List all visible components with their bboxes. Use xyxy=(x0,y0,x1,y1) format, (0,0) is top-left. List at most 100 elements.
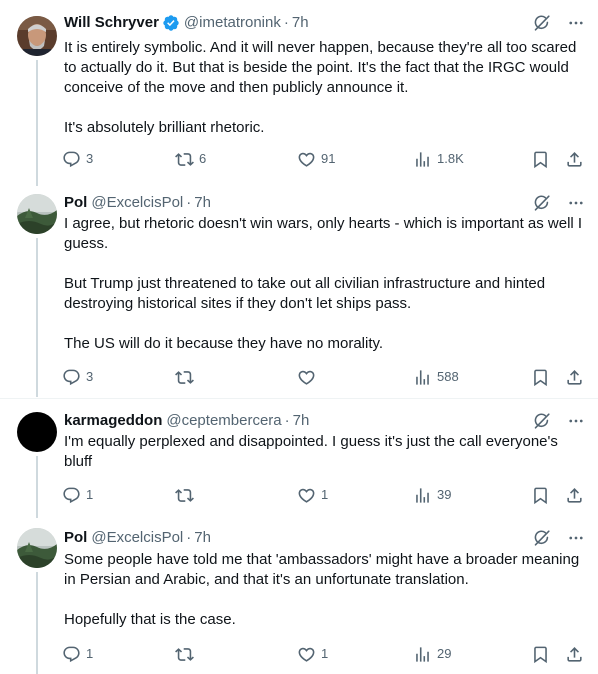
timestamp[interactable]: 7h xyxy=(293,411,310,431)
tweet-text: I agree, but rhetoric doesn't win wars, … xyxy=(64,214,584,354)
repost-button[interactable] xyxy=(175,644,199,664)
repost-count: 6 xyxy=(199,151,207,166)
more-options-icon[interactable] xyxy=(566,411,586,431)
bookmark-button[interactable] xyxy=(531,367,550,387)
views-icon xyxy=(413,645,432,664)
bookmark-button[interactable] xyxy=(531,149,550,169)
like-button[interactable]: 1 xyxy=(297,485,328,505)
repost-icon xyxy=(175,486,194,505)
timestamp[interactable]: 7h xyxy=(292,13,309,33)
author-handle[interactable]: @ceptembercera xyxy=(166,411,281,431)
tweet-paragraph: It is entirely symbolic. And it will nev… xyxy=(64,39,577,96)
tweet-paragraph: But Trump just threatened to take out al… xyxy=(64,275,546,312)
thread-line xyxy=(36,238,38,397)
author-name[interactable]: Will Schryver xyxy=(64,13,159,33)
author-name[interactable]: Pol xyxy=(64,193,87,213)
bookmark-button[interactable] xyxy=(531,485,550,505)
tweet-paragraph: Hopefully that is the case. xyxy=(64,611,236,628)
thread-line xyxy=(36,572,38,674)
repost-button[interactable]: 6 xyxy=(175,149,206,169)
reply-button[interactable]: 1 xyxy=(62,485,93,505)
separator-dot: · xyxy=(283,14,289,31)
separator-dot: · xyxy=(186,529,192,546)
share-icon xyxy=(565,486,584,505)
share-button[interactable] xyxy=(565,149,584,169)
reply-button[interactable]: 3 xyxy=(62,367,93,387)
repost-icon xyxy=(175,368,194,387)
thread-line xyxy=(36,60,38,186)
reply-count: 3 xyxy=(86,369,94,384)
reply-button[interactable]: 1 xyxy=(62,644,93,664)
views-button[interactable]: 29 xyxy=(413,644,451,664)
tweet-paragraph: Some people have told me that 'ambassado… xyxy=(64,551,580,588)
avatar[interactable] xyxy=(17,194,57,234)
views-button[interactable]: 39 xyxy=(413,485,451,505)
tweet-paragraph: It's absolutely brilliant rhetoric. xyxy=(64,119,265,136)
like-count: 1 xyxy=(321,487,329,502)
grok-icon[interactable] xyxy=(532,13,552,33)
separator-dot: · xyxy=(284,412,290,429)
more-options-icon[interactable] xyxy=(566,193,586,213)
like-button[interactable] xyxy=(297,367,321,387)
author-handle[interactable]: @imetatronink xyxy=(184,13,281,33)
tweet-2[interactable]: Pol @ExcelcisPol · 7h I agree, but rheto… xyxy=(0,186,598,397)
more-options-icon[interactable] xyxy=(566,13,586,33)
author-name[interactable]: Pol xyxy=(64,528,87,548)
views-button[interactable]: 588 xyxy=(413,367,459,387)
grok-icon[interactable] xyxy=(532,528,552,548)
reply-button[interactable]: 3 xyxy=(62,149,93,169)
share-icon xyxy=(565,150,584,169)
tweet-paragraph: I agree, but rhetoric doesn't win wars, … xyxy=(64,215,583,252)
author-handle[interactable]: @ExcelcisPol xyxy=(91,193,183,213)
view-count: 1.8K xyxy=(437,151,464,166)
share-button[interactable] xyxy=(565,485,584,505)
verified-badge-icon xyxy=(162,14,180,32)
like-icon xyxy=(297,486,316,505)
view-count: 39 xyxy=(437,487,452,502)
tweet-paragraph: The US will do it because they have no m… xyxy=(64,335,384,352)
separator-dot: · xyxy=(186,194,192,211)
like-button[interactable]: 91 xyxy=(297,149,335,169)
tweet-3[interactable]: karmageddon @ceptembercera · 7h I'm equa… xyxy=(0,399,598,518)
timestamp[interactable]: 7h xyxy=(194,528,211,548)
avatar[interactable] xyxy=(17,528,57,568)
bookmark-button[interactable] xyxy=(531,644,550,664)
tweet-text: I'm equally perplexed and disappointed. … xyxy=(64,432,584,472)
share-button[interactable] xyxy=(565,644,584,664)
tweet-1[interactable]: Will Schryver @imetatronink · 7h It is e… xyxy=(0,0,598,186)
like-icon xyxy=(297,368,316,387)
tweet-text: It is entirely symbolic. And it will nev… xyxy=(64,38,584,138)
reply-count: 1 xyxy=(86,487,94,502)
grok-icon[interactable] xyxy=(532,193,552,213)
share-button[interactable] xyxy=(565,367,584,387)
views-icon xyxy=(413,150,432,169)
grok-icon[interactable] xyxy=(532,411,552,431)
bookmark-icon xyxy=(531,150,550,169)
avatar[interactable] xyxy=(17,16,57,56)
tweet-4[interactable]: Pol @ExcelcisPol · 7h Some people have t… xyxy=(0,518,598,674)
author-name[interactable]: karmageddon xyxy=(64,411,162,431)
bookmark-icon xyxy=(531,486,550,505)
avatar[interactable] xyxy=(17,412,57,452)
more-options-icon[interactable] xyxy=(566,528,586,548)
like-count: 1 xyxy=(321,646,329,661)
author-handle[interactable]: @ExcelcisPol xyxy=(91,528,183,548)
reply-count: 1 xyxy=(86,646,94,661)
timestamp[interactable]: 7h xyxy=(194,193,211,213)
views-button[interactable]: 1.8K xyxy=(413,149,464,169)
reply-icon xyxy=(62,368,81,387)
reply-count: 3 xyxy=(86,151,94,166)
like-icon xyxy=(297,645,316,664)
tweet-paragraph: I'm equally perplexed and disappointed. … xyxy=(64,433,558,470)
like-button[interactable]: 1 xyxy=(297,644,328,664)
like-count: 91 xyxy=(321,151,336,166)
bookmark-icon xyxy=(531,645,550,664)
thread-line xyxy=(36,456,38,518)
bookmark-icon xyxy=(531,368,550,387)
views-icon xyxy=(413,486,432,505)
share-icon xyxy=(565,368,584,387)
repost-button[interactable] xyxy=(175,485,199,505)
reply-icon xyxy=(62,486,81,505)
like-icon xyxy=(297,150,316,169)
repost-button[interactable] xyxy=(175,367,199,387)
